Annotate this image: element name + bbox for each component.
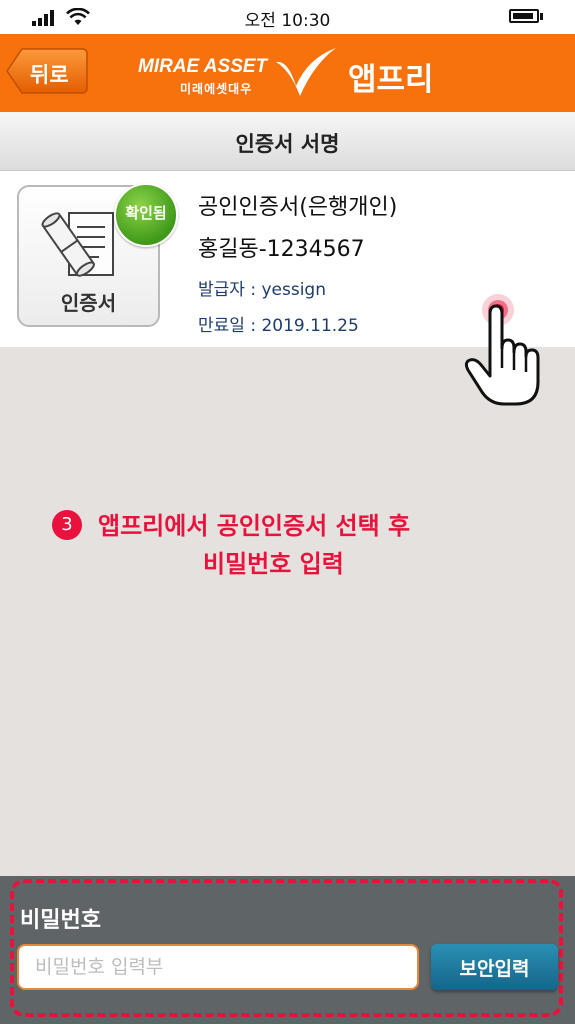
brand-name-en: MIRAE ASSET bbox=[138, 56, 268, 77]
app-name: 앱프리 bbox=[348, 62, 434, 98]
verified-badge: 확인됨 bbox=[114, 183, 178, 247]
secure-input-button[interactable]: 보안입력 bbox=[431, 944, 558, 990]
battery-tip bbox=[540, 13, 543, 20]
verified-badge-label: 확인됨 bbox=[125, 204, 167, 222]
password-panel: 비밀번호 보안입력 bbox=[0, 876, 575, 1024]
brand-logo: MIRAE ASSET 미래에셋대우 앱프리 bbox=[138, 46, 458, 102]
certificate-issuer: 발급자 : yessign bbox=[198, 280, 326, 300]
certificate-expiry: 만료일 : 2019.11.25 bbox=[198, 316, 359, 336]
password-input[interactable] bbox=[17, 944, 419, 990]
battery-icon bbox=[509, 9, 539, 23]
brand-name-ko: 미래에셋대우 bbox=[180, 82, 253, 96]
instruction-line-2: 비밀번호 입력 bbox=[203, 550, 344, 578]
password-label: 비밀번호 bbox=[20, 908, 101, 933]
checkmark-logo-icon bbox=[276, 48, 336, 96]
certificate-holder: 홍길동-1234567 bbox=[198, 237, 365, 262]
title-bar: 인증서 서명 bbox=[0, 112, 575, 171]
back-button[interactable]: 뒤로 bbox=[6, 48, 88, 94]
instruction-line-1: 앱프리에서 공인인증서 선택 후 bbox=[98, 512, 411, 540]
certificate-icon bbox=[41, 212, 114, 277]
certificate-icon-label: 인증서 bbox=[60, 291, 117, 315]
step-number-badge: 3 bbox=[52, 510, 82, 540]
status-time: 오전 10:30 bbox=[244, 11, 331, 31]
back-label: 뒤로 bbox=[30, 63, 69, 87]
tap-hand-icon bbox=[464, 294, 540, 406]
app-header: 뒤로 MIRAE ASSET 미래에셋대우 앱프리 bbox=[0, 34, 575, 112]
status-bar: 오전 10:30 bbox=[0, 0, 575, 34]
certificate-name: 공인인증서(은행개인) bbox=[198, 195, 398, 220]
page-title: 인증서 서명 bbox=[235, 132, 340, 156]
